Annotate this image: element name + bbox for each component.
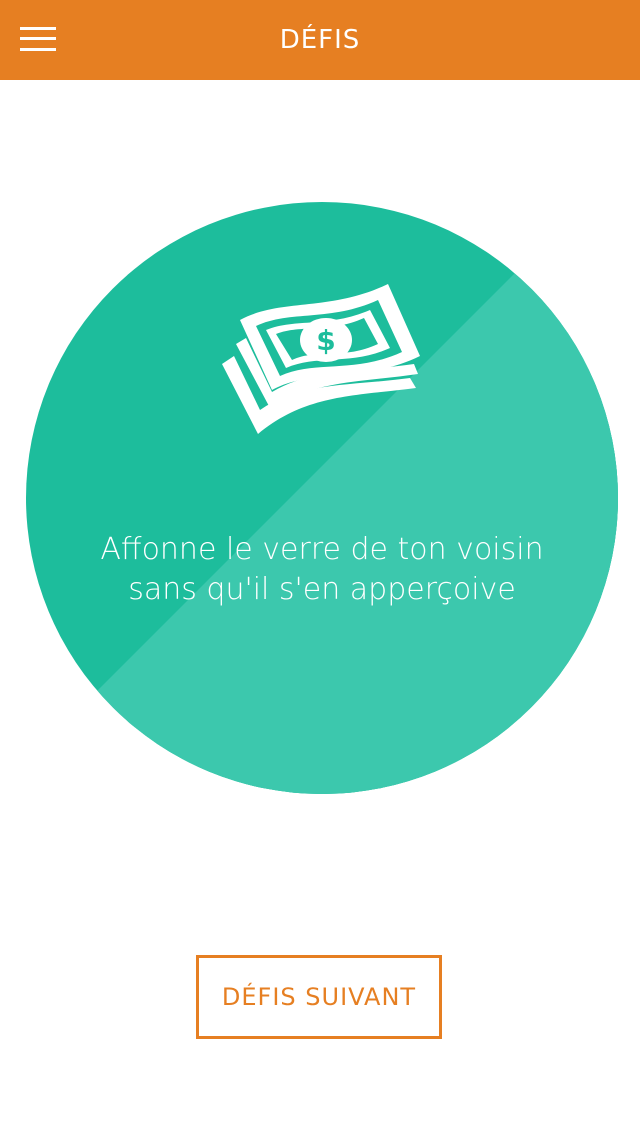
app-header: DÉFIS: [0, 0, 640, 80]
next-challenge-button[interactable]: DÉFIS SUIVANT: [196, 955, 442, 1039]
challenge-card: $ Affonne le verre de ton voisin sans qu…: [26, 202, 618, 794]
challenge-text: Affonne le verre de ton voisin sans qu'i…: [100, 532, 544, 607]
svg-text:$: $: [316, 324, 335, 357]
page-title: DÉFIS: [279, 25, 361, 55]
money-bills-icon: $: [222, 284, 420, 434]
